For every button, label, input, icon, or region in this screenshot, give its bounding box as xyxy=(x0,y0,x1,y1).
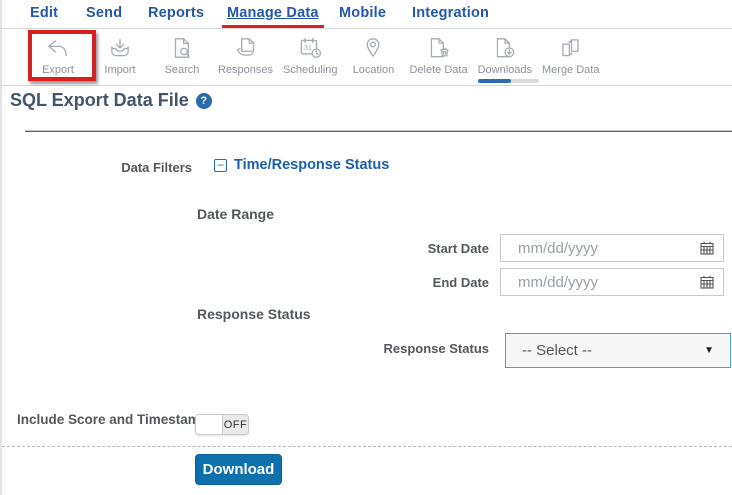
manage-data-toolbar: Export Import Search Responses 31 Schedu… xyxy=(2,29,732,86)
start-date-label: Start Date xyxy=(427,241,489,256)
toolbar-item-scheduling[interactable]: 31 Scheduling xyxy=(283,35,337,76)
include-score-toggle[interactable]: OFF xyxy=(195,414,249,435)
date-range-heading: Date Range xyxy=(197,206,275,222)
toolbar-item-merge-data[interactable]: Merge Data xyxy=(542,35,599,76)
filter-group-toggle[interactable]: − Time/Response Status xyxy=(214,157,389,173)
toolbar-item-label: Delete Data xyxy=(409,64,468,76)
help-icon[interactable]: ? xyxy=(195,92,212,109)
export-icon xyxy=(48,40,67,57)
toolbar-item-label: Responses xyxy=(218,64,274,76)
toolbar-item-label: Search xyxy=(164,64,200,76)
toolbar-item-export[interactable]: Export xyxy=(32,35,84,76)
nav-item-send[interactable]: Send xyxy=(86,5,122,21)
filter-group-label: Time/Response Status xyxy=(234,157,390,173)
toolbar-item-location[interactable]: Location xyxy=(347,35,399,76)
map-pin-icon xyxy=(367,38,380,57)
start-date-input[interactable] xyxy=(500,234,724,262)
response-status-select[interactable]: -- Select -- ▼ xyxy=(505,333,731,368)
toolbar-item-responses[interactable]: Responses xyxy=(218,35,273,76)
toolbar-item-label: Location xyxy=(352,64,395,76)
chevron-down-icon: ▼ xyxy=(704,345,714,356)
toolbar-scrollbar-thumb[interactable] xyxy=(478,79,511,83)
import-icon xyxy=(111,38,129,57)
nav-item-reports[interactable]: Reports xyxy=(148,5,204,21)
toolbar-item-label: Import xyxy=(104,64,136,76)
sql-export-page: Edit Send Reports Manage Data Mobile Int… xyxy=(0,0,732,495)
nav-item-integration[interactable]: Integration xyxy=(412,5,489,21)
toolbar-item-label: Downloads xyxy=(477,64,532,76)
page-title: SQL Export Data File xyxy=(10,90,189,110)
nav-item-mobile[interactable]: Mobile xyxy=(339,5,386,21)
title-divider xyxy=(25,130,732,132)
end-date-input[interactable] xyxy=(500,268,724,296)
toolbar-item-import[interactable]: Import xyxy=(94,35,146,76)
toolbar-item-downloads[interactable]: Downloads xyxy=(478,35,532,76)
page-title-row: SQL Export Data File ? xyxy=(10,90,212,111)
merge-data-icon xyxy=(561,39,579,57)
toolbar-scrollbar-track[interactable] xyxy=(478,79,539,83)
downloads-icon xyxy=(496,38,515,58)
response-status-label: Response Status xyxy=(383,341,489,356)
calendar-icon[interactable] xyxy=(699,240,715,256)
toolbar-item-label: Export xyxy=(42,64,74,76)
calendar-icon[interactable] xyxy=(699,274,715,290)
data-filters-label: Data Filters xyxy=(121,160,192,175)
toolbar-item-delete-data[interactable]: Delete Data xyxy=(409,35,468,76)
toolbar-item-label: Scheduling xyxy=(283,64,338,76)
collapse-icon[interactable]: − xyxy=(214,158,227,172)
toggle-knob[interactable] xyxy=(196,415,223,434)
download-button[interactable]: Download xyxy=(195,454,282,485)
nav-item-manage-data[interactable]: Manage Data xyxy=(222,5,324,28)
toggle-state-label: OFF xyxy=(223,415,248,434)
responses-icon xyxy=(236,38,254,56)
nav-item-manage-data-label: Manage Data xyxy=(227,5,319,21)
red-underline-annotation xyxy=(222,25,324,28)
top-nav: Edit Send Reports Manage Data Mobile Int… xyxy=(2,0,732,29)
response-status-selected-value: -- Select -- xyxy=(522,342,593,359)
delete-data-icon xyxy=(430,38,449,58)
toolbar-item-search[interactable]: Search xyxy=(156,35,208,76)
end-date-label: End Date xyxy=(432,275,489,290)
search-icon xyxy=(174,38,190,58)
dashed-divider xyxy=(2,446,732,447)
nav-item-edit[interactable]: Edit xyxy=(30,5,58,21)
calendar-day-badge: 31 xyxy=(304,45,312,52)
calendar-clock-icon: 31 xyxy=(300,37,322,58)
include-score-label: Include Score and Timestamp xyxy=(17,412,209,427)
response-status-heading: Response Status xyxy=(197,306,311,322)
toolbar-item-label: Merge Data xyxy=(542,64,600,76)
